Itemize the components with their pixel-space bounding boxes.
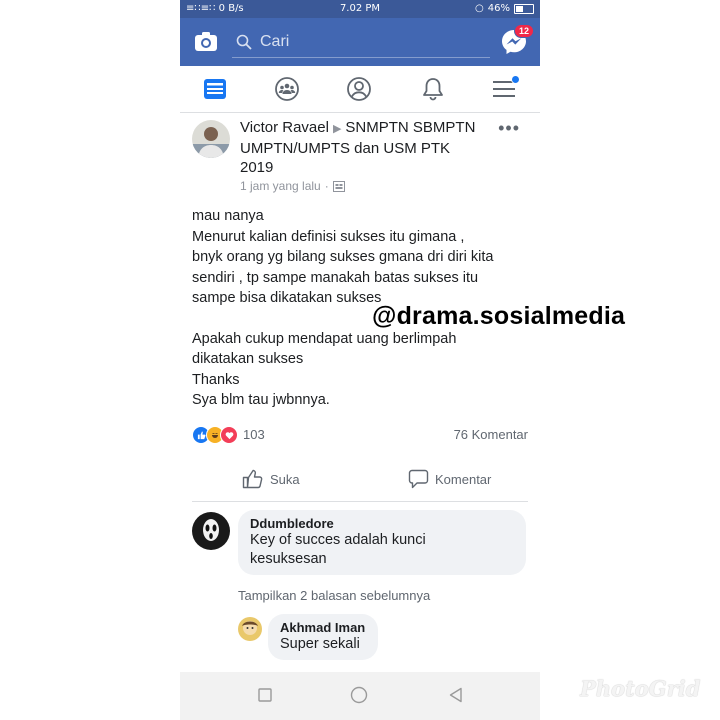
battery-percent: 46%	[487, 3, 510, 14]
comment-button[interactable]: Komentar	[408, 469, 491, 489]
group-privacy-icon	[332, 180, 345, 192]
author-name[interactable]: Victor Ravael	[240, 119, 329, 136]
shared-to-arrow-icon: ▶	[332, 123, 342, 135]
author-avatar[interactable]	[192, 120, 230, 158]
comment-bubble[interactable]: Ddumbledore Key of succes adalah kunci k…	[238, 510, 526, 575]
phone-screen: ≡∷≡∷ 0 B/s 7.02 PM ○ 46% Cari 12 Victor …	[180, 0, 540, 720]
camera-icon[interactable]	[194, 30, 218, 54]
post-line: dikatakan sukses	[192, 351, 304, 367]
comment-text: Key of succes adalah kunci	[250, 532, 426, 548]
notifications-icon[interactable]	[420, 76, 446, 102]
love-reaction-icon	[220, 426, 238, 444]
post-line: mau nanya	[192, 208, 264, 224]
battery-status: ○ 46%	[475, 3, 534, 14]
comment-text: kesuksesan	[250, 551, 327, 567]
messenger-badge: 12	[513, 24, 534, 38]
photogrid-watermark: PhotoGrid	[580, 676, 701, 701]
commenter-name[interactable]: Ddumbledore	[250, 516, 514, 531]
search-icon	[236, 34, 252, 50]
comment-item: Ddumbledore Key of succes adalah kunci k…	[190, 510, 535, 580]
post-meta: 1 jam yang lalu ·	[240, 179, 345, 193]
commenter-avatar[interactable]	[192, 512, 230, 550]
like-label: Suka	[270, 471, 300, 487]
replier-avatar[interactable]	[238, 617, 262, 641]
post-line: Menurut kalian definisi sukses itu giman…	[192, 228, 465, 245]
status-bar: ≡∷≡∷ 0 B/s 7.02 PM ○ 46%	[180, 0, 540, 18]
reply-text: Super sekali	[280, 636, 360, 652]
groups-icon[interactable]	[274, 76, 300, 102]
messenger-button[interactable]: 12	[500, 24, 534, 56]
thumbs-up-icon	[242, 469, 263, 489]
search-input[interactable]: Cari	[232, 27, 490, 58]
replier-avatar-image	[238, 617, 262, 641]
battery-fill	[516, 5, 524, 12]
post-time[interactable]: 1 jam yang lalu	[240, 179, 321, 193]
post-line: sendiri , tp sampe manakah batas sukses …	[192, 269, 479, 286]
comment-label: Komentar	[435, 471, 492, 487]
reaction-count: 103	[243, 427, 265, 442]
reply-item: Akhmad Iman Super sekali	[238, 614, 528, 664]
replier-name[interactable]: Akhmad Iman	[280, 620, 366, 635]
post-options-button[interactable]: •••	[498, 118, 520, 139]
post-author-line: Victor Ravael ▶ SNMPTN SBMPTN UMPTN/UMPTS …	[240, 118, 480, 177]
show-previous-replies[interactable]: Tampilkan 2 balasan sebelumnya	[238, 588, 430, 603]
reaction-icons	[192, 426, 238, 444]
tab-bar	[180, 66, 540, 113]
home-icon[interactable]	[350, 686, 368, 704]
post-line: Sya blm tau jwbnnya.	[192, 392, 330, 408]
battery-icon	[514, 3, 534, 14]
ghostface-avatar-image	[192, 512, 230, 550]
author-photo	[192, 120, 230, 158]
data-saver-icon: ○	[475, 3, 484, 14]
system-navigation-bar	[180, 672, 540, 720]
news-feed-icon[interactable]	[202, 76, 228, 102]
post-line: bnyk orang yg bilang sukses gmana dri di…	[192, 249, 494, 265]
post-line: Apakah cukup mendapat uang berlimpah	[192, 330, 457, 347]
app-header: Cari 12	[180, 18, 540, 66]
reply-bubble[interactable]: Akhmad Iman Super sekali	[268, 614, 378, 660]
reaction-summary[interactable]: 103 76 Komentar	[192, 426, 528, 444]
overlay-username-tag: @drama.sosialmedia	[372, 302, 626, 330]
profile-icon[interactable]	[346, 76, 372, 102]
meta-separator: ·	[324, 179, 329, 193]
comment-count[interactable]: 76 Komentar	[454, 427, 528, 442]
menu-notification-dot	[511, 75, 520, 84]
search-placeholder: Cari	[260, 33, 290, 50]
post-actions: Suka Komentar	[192, 456, 528, 502]
comment-icon	[408, 469, 429, 489]
back-icon[interactable]	[448, 687, 464, 703]
like-button[interactable]: Suka	[242, 469, 300, 489]
recent-apps-icon[interactable]	[258, 688, 272, 702]
post-line: Thanks	[192, 371, 240, 388]
